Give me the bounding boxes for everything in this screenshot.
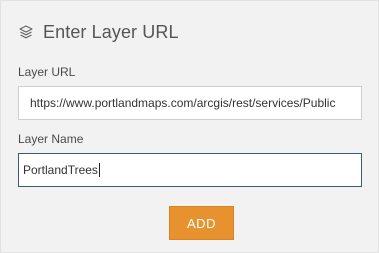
layer-url-value: https://www.portlandmaps.com/arcgis/rest… bbox=[30, 96, 336, 110]
layer-name-label: Layer Name bbox=[18, 132, 84, 146]
layer-name-value: PortlandTrees bbox=[23, 163, 98, 177]
layer-url-label: Layer URL bbox=[18, 65, 76, 79]
add-button[interactable]: ADD bbox=[169, 206, 234, 240]
layer-name-input[interactable]: PortlandTrees bbox=[18, 153, 362, 187]
enter-layer-url-panel: Enter Layer URL Layer URL https://www.po… bbox=[0, 0, 379, 253]
panel-title: Enter Layer URL bbox=[43, 21, 179, 42]
panel-header: Enter Layer URL bbox=[18, 19, 179, 45]
text-cursor bbox=[98, 162, 100, 177]
layer-url-input[interactable]: https://www.portlandmaps.com/arcgis/rest… bbox=[18, 86, 362, 120]
layers-icon bbox=[18, 24, 34, 40]
